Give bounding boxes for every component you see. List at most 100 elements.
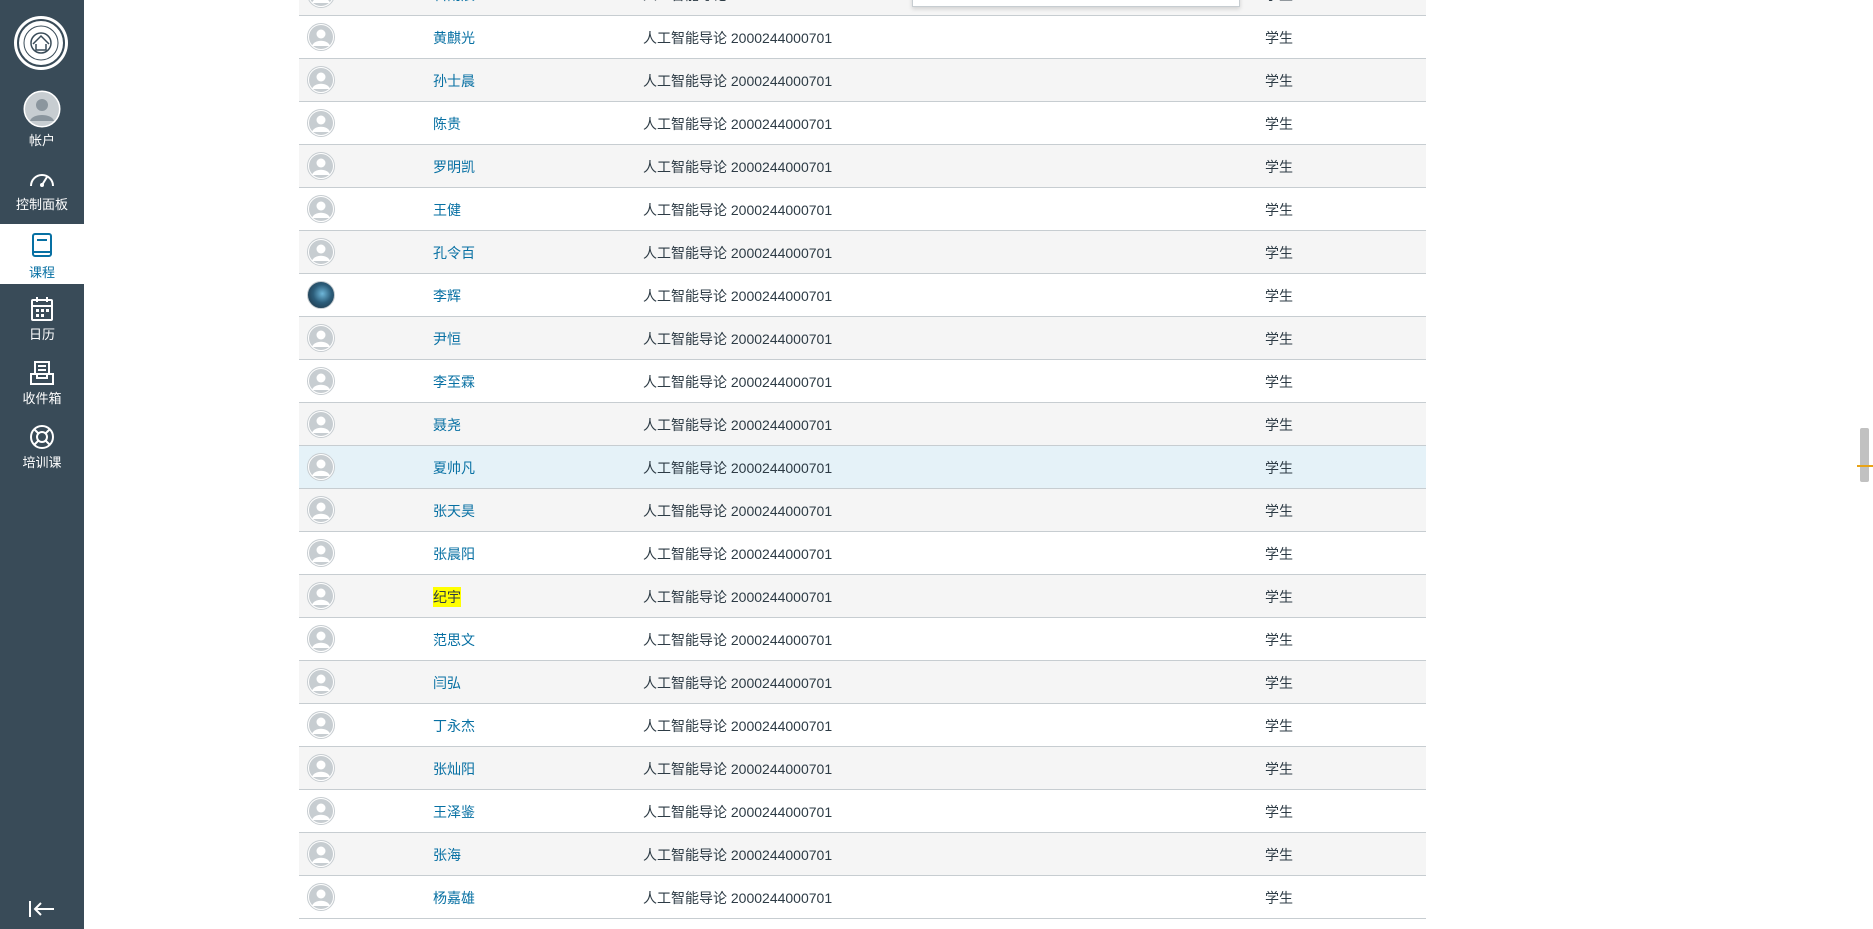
- student-name-link[interactable]: 杨嘉雄: [433, 888, 475, 908]
- avatar[interactable]: [307, 367, 335, 395]
- table-row[interactable]: 孙士晨 人工智能导论 2000244000701 学生: [299, 59, 1426, 102]
- default-avatar-icon: [309, 885, 333, 909]
- avatar[interactable]: [307, 496, 335, 524]
- role-label: 学生: [1265, 761, 1293, 777]
- role-label: 学生: [1265, 804, 1293, 820]
- university-logo[interactable]: [14, 16, 68, 70]
- avatar[interactable]: [307, 625, 335, 653]
- student-name-link[interactable]: 张灿阳: [433, 759, 475, 779]
- student-name-link[interactable]: 李辉: [433, 286, 461, 306]
- student-name-link[interactable]: 丁永杰: [433, 716, 475, 736]
- table-row[interactable]: 范思文 人工智能导论 2000244000701 学生: [299, 618, 1426, 661]
- table-row[interactable]: 杨嘉雄 人工智能导论 2000244000701 学生: [299, 876, 1426, 919]
- table-row[interactable]: 尹恒 人工智能导论 2000244000701 学生: [299, 317, 1426, 360]
- table-row[interactable]: 聂尧 人工智能导论 2000244000701 学生: [299, 403, 1426, 446]
- role-label: 学生: [1265, 159, 1293, 175]
- nav-account-label: 帐户: [28, 133, 55, 148]
- student-name-link[interactable]: 石雨辰: [433, 0, 475, 5]
- student-name-link[interactable]: 王健: [433, 200, 461, 220]
- nav-calendar[interactable]: 日历: [0, 296, 84, 348]
- section-name: 人工智能导论 2000244000701: [643, 460, 833, 476]
- table-row[interactable]: 张晨阳 人工智能导论 2000244000701 学生: [299, 532, 1426, 575]
- table-row[interactable]: 李至霖 人工智能导论 2000244000701 学生: [299, 360, 1426, 403]
- table-row[interactable]: 陈贵 人工智能导论 2000244000701 学生: [299, 102, 1426, 145]
- scrollbar-thumb[interactable]: [1860, 428, 1869, 482]
- role-label: 学生: [1265, 331, 1293, 347]
- student-name-link[interactable]: 李至霖: [433, 372, 475, 392]
- student-name-link[interactable]: 纪宇: [433, 587, 461, 607]
- avatar[interactable]: [307, 883, 335, 911]
- role-label: 学生: [1265, 546, 1293, 562]
- student-name-link[interactable]: 孔令百: [433, 243, 475, 263]
- table-row[interactable]: 张天昊 人工智能导论 2000244000701 学生: [299, 489, 1426, 532]
- avatar[interactable]: [307, 754, 335, 782]
- avatar[interactable]: [307, 281, 335, 309]
- table-row[interactable]: 张海 人工智能导论 2000244000701 学生: [299, 833, 1426, 876]
- section-name: 人工智能导论 2000244000701: [643, 890, 833, 906]
- avatar[interactable]: [307, 410, 335, 438]
- student-name-link[interactable]: 聂尧: [433, 415, 461, 435]
- table-row[interactable]: 王健 人工智能导论 2000244000701 学生: [299, 188, 1426, 231]
- student-name-link[interactable]: 黄麒光: [433, 28, 475, 48]
- avatar[interactable]: [307, 195, 335, 223]
- avatar[interactable]: [307, 324, 335, 352]
- default-avatar-icon: [309, 68, 333, 92]
- table-row[interactable]: 王泽鉴 人工智能导论 2000244000701 学生: [299, 790, 1426, 833]
- role-label: 学生: [1265, 30, 1293, 46]
- nav-training-label: 培训课: [22, 455, 62, 470]
- default-avatar-icon: [309, 842, 333, 866]
- section-name: 人工智能导论 2000244000701: [643, 30, 833, 46]
- role-label: 学生: [1265, 417, 1293, 433]
- avatar[interactable]: [307, 840, 335, 868]
- nav-inbox[interactable]: 收件箱: [0, 360, 84, 412]
- find-match-marker: [1857, 465, 1873, 467]
- section-name: 人工智能导论 2000244000701: [643, 374, 833, 390]
- role-label: 学生: [1265, 718, 1293, 734]
- table-row[interactable]: 孔令百 人工智能导论 2000244000701 学生: [299, 231, 1426, 274]
- avatar[interactable]: [307, 66, 335, 94]
- table-row[interactable]: 闫弘 人工智能导论 2000244000701 学生: [299, 661, 1426, 704]
- page-scrollbar[interactable]: [1856, 0, 1873, 929]
- table-row[interactable]: 石雨辰 人工智能导论 2000244000701 学生: [299, 0, 1426, 16]
- avatar[interactable]: [307, 152, 335, 180]
- avatar[interactable]: [307, 109, 335, 137]
- default-avatar-icon: [309, 111, 333, 135]
- avatar[interactable]: [307, 582, 335, 610]
- student-name-link[interactable]: 尹恒: [433, 329, 461, 349]
- table-row[interactable]: 张灿阳 人工智能导论 2000244000701 学生: [299, 747, 1426, 790]
- student-name-link[interactable]: 范思文: [433, 630, 475, 650]
- avatar[interactable]: [307, 0, 335, 8]
- role-label: 学生: [1265, 890, 1293, 906]
- avatar[interactable]: [307, 453, 335, 481]
- avatar[interactable]: [307, 23, 335, 51]
- avatar[interactable]: [307, 711, 335, 739]
- table-row[interactable]: 黄麒光 人工智能导论 2000244000701 学生: [299, 16, 1426, 59]
- nav-courses[interactable]: 课程: [0, 224, 84, 284]
- nav-dashboard[interactable]: 控制面板: [0, 168, 84, 218]
- student-name-link[interactable]: 张天昊: [433, 501, 475, 521]
- student-name-link[interactable]: 罗明凯: [433, 157, 475, 177]
- nav-training[interactable]: 培训课: [0, 424, 84, 476]
- student-name-link[interactable]: 孙士晨: [433, 71, 475, 91]
- section-name: 人工智能导论 2000244000701: [643, 503, 833, 519]
- student-name-link[interactable]: 张晨阳: [433, 544, 475, 564]
- avatar[interactable]: [307, 797, 335, 825]
- nav-account[interactable]: 帐户: [0, 90, 84, 152]
- table-row[interactable]: 纪宇 人工智能导论 2000244000701 学生: [299, 575, 1426, 618]
- avatar[interactable]: [307, 668, 335, 696]
- student-name-link[interactable]: 夏帅凡: [433, 458, 475, 478]
- section-name: 人工智能导论 2000244000701: [643, 245, 833, 261]
- student-name-link[interactable]: 王泽鉴: [433, 802, 475, 822]
- avatar[interactable]: [307, 539, 335, 567]
- table-row[interactable]: 夏帅凡 人工智能导论 2000244000701 学生: [299, 446, 1426, 489]
- student-name-link[interactable]: 陈贵: [433, 114, 461, 134]
- student-name-link[interactable]: 张海: [433, 845, 461, 865]
- section-name: 人工智能导论 2000244000701: [643, 589, 833, 605]
- table-row[interactable]: 丁永杰 人工智能导论 2000244000701 学生: [299, 704, 1426, 747]
- table-row[interactable]: 李辉 人工智能导论 2000244000701 学生: [299, 274, 1426, 317]
- student-name-link[interactable]: 闫弘: [433, 673, 461, 693]
- avatar[interactable]: [307, 238, 335, 266]
- collapse-nav-button[interactable]: [28, 898, 56, 922]
- table-row[interactable]: 罗明凯 人工智能导论 2000244000701 学生: [299, 145, 1426, 188]
- dropdown-popup[interactable]: [912, 0, 1240, 7]
